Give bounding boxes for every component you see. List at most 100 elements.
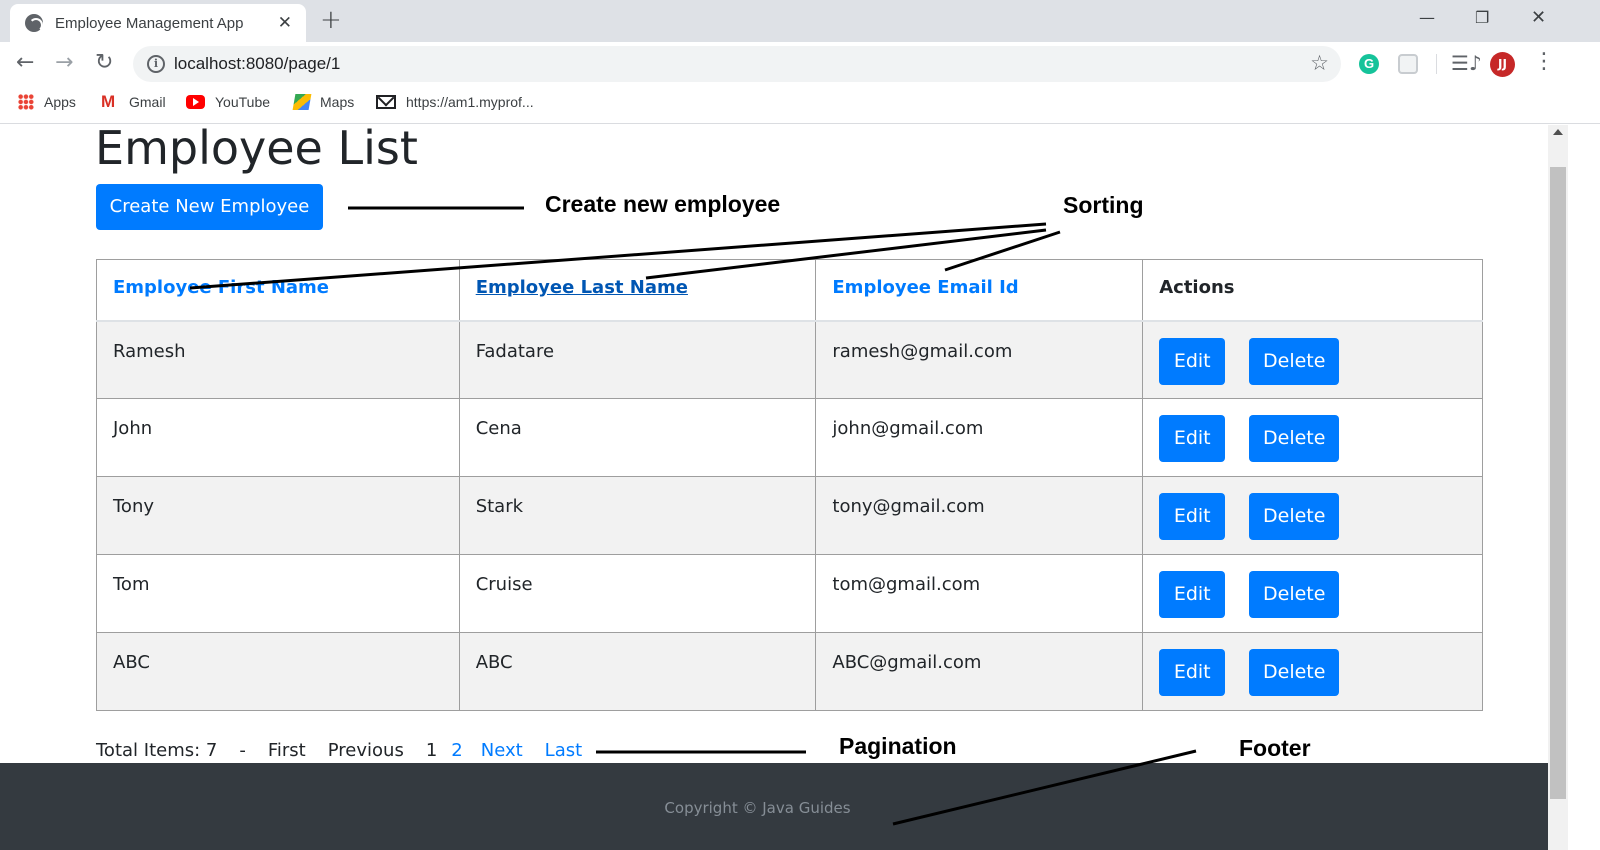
table-row: ABC ABC ABC@gmail.com Edit Delete	[96, 632, 1483, 711]
bookmarks-bar: Apps M Gmail YouTube Maps https://am1.my…	[0, 86, 1600, 124]
toolbar-divider	[1436, 54, 1437, 74]
cell-actions: Edit Delete	[1142, 632, 1483, 711]
edit-button[interactable]: Edit	[1159, 571, 1226, 618]
scroll-up-arrow-icon[interactable]	[1553, 129, 1563, 135]
pagination: Total Items: 7 - First Previous 1 2 Next…	[96, 740, 604, 761]
page-viewport: Employee List Create New Employee Employ…	[0, 125, 1548, 850]
url-text[interactable]: localhost:8080/page/1	[174, 54, 340, 74]
vertical-scrollbar[interactable]	[1548, 125, 1568, 850]
browser-menu-icon[interactable]: ⋮	[1533, 49, 1555, 75]
globe-icon	[25, 14, 43, 32]
page-2-link[interactable]: 2	[451, 740, 462, 761]
employee-table: Employee First Name Employee Last Name E…	[96, 259, 1483, 711]
sort-first-name-link[interactable]: Employee First Name	[113, 277, 329, 298]
window-minimize-button[interactable]: —	[1419, 6, 1435, 30]
delete-button[interactable]: Delete	[1249, 649, 1340, 696]
reload-icon[interactable]: ↻	[95, 50, 113, 76]
bookmark-label: Apps	[44, 94, 76, 110]
pagination-separator: -	[239, 740, 246, 761]
delete-button[interactable]: Delete	[1249, 337, 1340, 385]
cell-email: ABC@gmail.com	[815, 632, 1144, 711]
edit-button[interactable]: Edit	[1159, 493, 1226, 540]
delete-button[interactable]: Delete	[1249, 415, 1340, 462]
mail-envelope-icon	[376, 95, 396, 109]
cell-actions: Edit Delete	[1142, 554, 1483, 633]
sort-email-link[interactable]: Employee Email Id	[832, 277, 1018, 298]
create-employee-button[interactable]: Create New Employee	[96, 184, 323, 230]
bookmark-label: YouTube	[215, 94, 271, 110]
maps-icon	[292, 94, 312, 110]
sort-last-name-link[interactable]: Employee Last Name	[476, 277, 688, 298]
cell-actions: Edit Delete	[1142, 398, 1483, 477]
browser-tab-strip: Employee Management App ✕ + — ❐ ✕	[0, 0, 1600, 42]
pocket-extension-icon[interactable]	[1398, 54, 1418, 74]
cell-last-name: Cena	[458, 398, 817, 477]
cell-email: tony@gmail.com	[815, 476, 1144, 555]
table-row: Ramesh Fadatare ramesh@gmail.com Edit Del…	[96, 320, 1483, 399]
bookmark-youtube[interactable]: YouTube	[186, 94, 270, 110]
cell-last-name: Cruise	[458, 554, 817, 633]
header-last-name: Employee Last Name	[458, 259, 817, 322]
forward-arrow-icon[interactable]: →	[55, 50, 73, 76]
header-email: Employee Email Id	[815, 259, 1144, 322]
cell-email: john@gmail.com	[815, 398, 1144, 477]
previous-page-text: Previous	[327, 740, 404, 761]
cell-email: tom@gmail.com	[815, 554, 1144, 633]
grammarly-extension-icon[interactable]: G	[1359, 54, 1379, 74]
back-arrow-icon[interactable]: ←	[16, 50, 34, 76]
total-items-text: Total Items: 7	[96, 740, 218, 761]
delete-button[interactable]: Delete	[1249, 493, 1340, 540]
last-page-link[interactable]: Last	[545, 740, 583, 761]
browser-tab[interactable]: Employee Management App ✕	[10, 4, 306, 42]
new-tab-button[interactable]: +	[320, 6, 342, 34]
tab-title: Employee Management App	[55, 14, 244, 32]
cell-actions: Edit Delete	[1142, 476, 1483, 555]
table-header-row: Employee First Name Employee Last Name E…	[96, 259, 1483, 322]
bookmark-maps[interactable]: Maps	[292, 94, 355, 110]
media-control-icon[interactable]: ☰♪	[1451, 51, 1482, 75]
footer-copyright: Copyright © Java Guides	[664, 799, 851, 817]
window-close-button[interactable]: ✕	[1531, 6, 1546, 30]
footer-copyright-wrap: Copyright © Java Guides	[0, 799, 1548, 817]
bookmark-apps[interactable]: Apps	[18, 94, 76, 110]
cell-last-name: ABC	[458, 632, 817, 711]
youtube-icon	[186, 95, 205, 109]
scrollbar-thumb[interactable]	[1550, 167, 1566, 799]
bookmark-label: Gmail	[129, 94, 166, 110]
cell-first-name: Tom	[96, 554, 460, 633]
next-page-link[interactable]: Next	[481, 740, 523, 761]
annotation-pagination-label: Pagination	[839, 733, 957, 759]
gmail-icon: M	[101, 92, 116, 111]
page-title: Employee List	[95, 125, 418, 175]
address-bar[interactable]: i localhost:8080/page/1 ☆	[133, 46, 1341, 82]
header-actions: Actions	[1142, 259, 1483, 322]
site-info-icon[interactable]: i	[147, 55, 165, 73]
cell-last-name: Stark	[458, 476, 817, 555]
current-page-number: 1	[425, 740, 438, 761]
header-first-name: Employee First Name	[96, 259, 460, 322]
delete-button[interactable]: Delete	[1249, 571, 1340, 618]
bookmark-star-icon[interactable]: ☆	[1310, 51, 1329, 75]
bookmark-label: https://am1.myprof...	[406, 94, 534, 110]
bookmark-gmail[interactable]: M Gmail	[101, 92, 166, 111]
annotation-create-label: Create new employee	[545, 191, 781, 217]
annotation-sorting-label: Sorting	[1063, 192, 1144, 218]
table-row: Tony Stark tony@gmail.com Edit Delete	[96, 476, 1483, 555]
first-page-text: First	[267, 740, 306, 761]
window-edge	[1568, 125, 1600, 850]
annotation-footer-label: Footer	[1239, 735, 1311, 761]
cell-last-name: Fadatare	[458, 320, 817, 399]
close-tab-icon[interactable]: ✕	[278, 13, 292, 33]
cell-actions: Edit Delete	[1142, 320, 1483, 399]
edit-button[interactable]: Edit	[1159, 337, 1226, 385]
table-row: John Cena john@gmail.com Edit Delete	[96, 398, 1483, 477]
profile-avatar[interactable]: JJ	[1490, 52, 1515, 77]
window-restore-button[interactable]: ❐	[1475, 6, 1489, 30]
bookmark-label: Maps	[320, 94, 355, 110]
edit-button[interactable]: Edit	[1159, 649, 1226, 696]
table-row: Tom Cruise tom@gmail.com Edit Delete	[96, 554, 1483, 633]
bookmark-myprof[interactable]: https://am1.myprof...	[376, 94, 534, 110]
browser-toolbar: ← → ↻ i localhost:8080/page/1 ☆ G ☰♪ JJ …	[0, 42, 1600, 86]
cell-first-name: Tony	[96, 476, 460, 555]
edit-button[interactable]: Edit	[1159, 415, 1226, 462]
